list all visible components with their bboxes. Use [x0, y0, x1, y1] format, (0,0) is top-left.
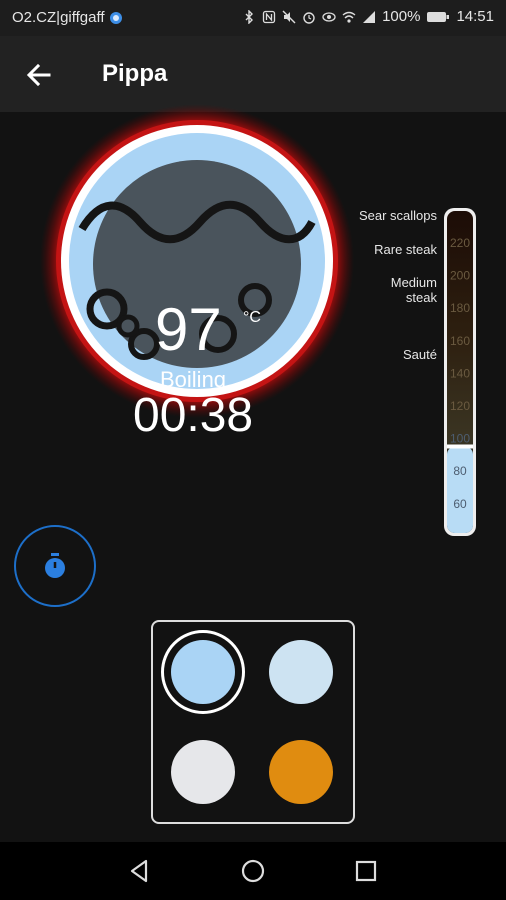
gauge-tick-label: 160 [450, 334, 470, 348]
color-swatch-white[interactable] [171, 740, 235, 804]
home-icon[interactable] [239, 857, 267, 885]
color-swatch-pale-blue[interactable] [269, 640, 333, 704]
nfc-icon [262, 10, 276, 23]
carrier-label: O2.CZ|giffgaff [12, 9, 105, 26]
alarm-icon [303, 11, 315, 24]
gauge-tick-label: 60 [453, 497, 467, 511]
gauge-level-marker [447, 444, 473, 449]
eye-icon [322, 11, 336, 22]
status-icons: 100% 14:51 [242, 8, 494, 25]
gauge-level [447, 446, 473, 533]
timer-button[interactable] [14, 525, 96, 607]
wifi-icon [342, 11, 356, 23]
mute-icon [282, 10, 296, 23]
bluetooth-icon [245, 9, 254, 24]
recents-icon[interactable] [352, 857, 380, 885]
elapsed-time: 00:38 [133, 389, 254, 442]
stopwatch-icon [45, 553, 65, 578]
battery-icon [427, 11, 450, 22]
preset-rare-steak[interactable]: Rare steak [357, 242, 437, 257]
preset-sear-scallops[interactable]: Sear scallops [357, 208, 437, 223]
vpn-shield-icon [109, 11, 122, 24]
gauge-tick-label: 100 [450, 432, 470, 446]
preset-saute[interactable]: Sauté [357, 347, 437, 362]
gauge-tick-label: 80 [453, 464, 467, 478]
color-palette [151, 620, 355, 824]
gauge-tick-label: 200 [450, 269, 470, 283]
system-nav-bar [0, 842, 506, 900]
gauge-tick-label: 140 [450, 366, 470, 380]
temperature-unit: °C [243, 309, 261, 326]
gauge-tick-label: 180 [450, 301, 470, 315]
gauge-tick-label: 120 [450, 399, 470, 413]
app-bar: Pippa [0, 36, 506, 112]
gauge-tick-label: 220 [450, 236, 470, 250]
signal-icon [363, 10, 376, 23]
temperature-value: 97 [155, 296, 222, 363]
clock: 14:51 [456, 8, 494, 25]
back-arrow-icon[interactable] [22, 58, 56, 92]
carrier: O2.CZ|giffgaff [12, 9, 123, 26]
color-swatch-light-blue[interactable] [171, 640, 235, 704]
color-swatch-orange[interactable] [269, 740, 333, 804]
battery-percent: 100% [382, 8, 421, 25]
back-icon[interactable] [126, 857, 154, 885]
page-title: Pippa [102, 60, 168, 87]
preset-medium-steak[interactable]: Medium steak [357, 275, 437, 305]
temperature-gauge[interactable]: 220 200 180 160 140 120 100 80 60 [442, 206, 478, 538]
status-bar: O2.CZ|giffgaff 100% 14:51 [0, 0, 506, 36]
